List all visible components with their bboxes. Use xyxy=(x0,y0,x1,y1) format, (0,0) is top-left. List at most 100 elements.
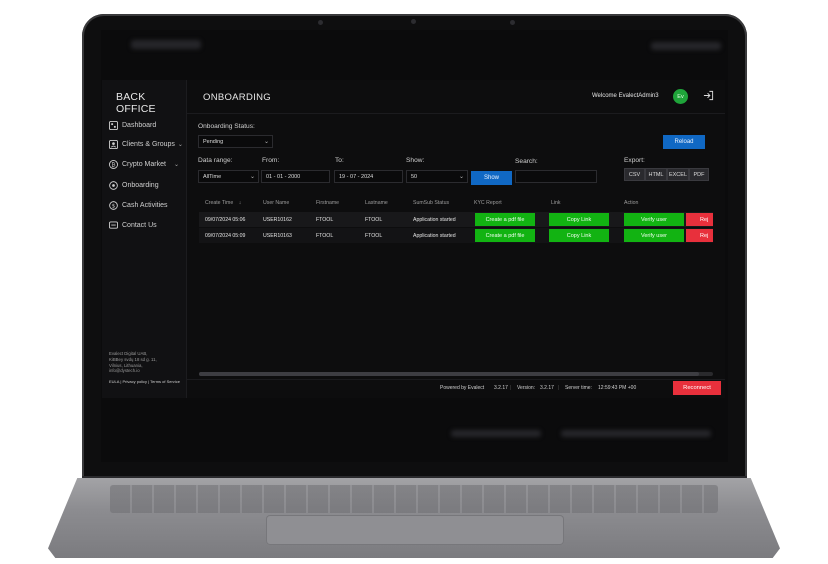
sidebar-item-label: Clients & Groups xyxy=(122,140,175,148)
cell-status: Application started xyxy=(413,217,456,223)
from-label: From: xyxy=(262,157,280,164)
blurred-browser-control xyxy=(651,42,721,50)
back-office-app: BACK OFFICE Dashboard Clients & Groups ⌄… xyxy=(102,80,725,398)
chevron-down-icon: ⌄ xyxy=(263,139,269,145)
sidebar-item-cash-activities[interactable]: $ Cash Activities xyxy=(108,198,186,212)
onboarding-status-select[interactable]: Pending ⌄ xyxy=(198,135,273,148)
sidebar-item-onboarding[interactable]: Onboarding xyxy=(108,178,186,192)
sidebar-item-dashboard[interactable]: Dashboard xyxy=(108,118,186,132)
onboarding-status-label: Onboarding Status: xyxy=(198,123,255,130)
server-time-label: Server time: xyxy=(565,385,592,391)
onboarding-table: Create Time ↓ User Name Firstname Lastna… xyxy=(199,197,713,375)
from-date-value: 01 - 01 - 2000 xyxy=(266,173,301,180)
show-label: Show: xyxy=(406,157,425,164)
sidebar-item-label: Onboarding xyxy=(122,181,159,189)
cell-user-name: USER10163 xyxy=(263,233,292,239)
sensor-dot xyxy=(510,20,515,25)
onboarding-status-value: Pending xyxy=(203,138,224,145)
sidebar-item-label: Crypto Market xyxy=(122,160,166,168)
sidebar: BACK OFFICE Dashboard Clients & Groups ⌄… xyxy=(102,80,187,398)
keyboard xyxy=(110,485,718,513)
bitcoin-icon: ₿ xyxy=(108,159,118,169)
verify-user-button[interactable]: Verify user xyxy=(624,229,684,242)
chevron-down-icon: ⌄ xyxy=(249,174,255,180)
sidebar-item-label: Contact Us xyxy=(122,221,157,229)
export-csv-button[interactable]: CSV xyxy=(624,168,645,181)
svg-text:$: $ xyxy=(111,203,114,209)
scrollbar-thumb[interactable] xyxy=(199,372,699,376)
cash-icon: $ xyxy=(108,200,118,210)
sidebar-item-crypto-market[interactable]: ₿ Crypto Market ⌄ xyxy=(108,157,186,171)
column-header-create-time[interactable]: Create Time ↓ xyxy=(205,200,241,206)
chevron-down-icon: ⌄ xyxy=(173,161,179,168)
footer-links[interactable]: EULA | Privacy policy | Terms of Service xyxy=(109,379,180,384)
search-label: Search: xyxy=(515,158,538,165)
brand-logo: BACK OFFICE xyxy=(116,91,156,115)
blurred-taskbar-item xyxy=(561,430,711,437)
blurred-taskbar-item xyxy=(451,430,541,437)
column-header-kyc-report[interactable]: KYC Report xyxy=(474,200,502,206)
date-range-value: AllTime xyxy=(203,173,222,180)
show-count-select[interactable]: 50 ⌄ xyxy=(406,170,468,183)
reconnect-button[interactable]: Reconnect xyxy=(673,381,721,395)
export-label: Export: xyxy=(624,157,645,164)
reload-button[interactable]: Reload xyxy=(663,135,705,149)
date-range-label: Data range: xyxy=(198,157,233,164)
from-date-input[interactable]: 01 - 01 - 2000 xyxy=(261,170,330,183)
search-input[interactable] xyxy=(515,170,597,183)
cell-user-name: USER10162 xyxy=(263,217,292,223)
export-html-button[interactable]: HTML xyxy=(645,168,667,181)
welcome-text: Welcome EvalectAdmin3 xyxy=(592,93,659,99)
trackpad xyxy=(266,515,564,545)
column-header-user-name[interactable]: User Name xyxy=(263,200,289,206)
copy-link-button[interactable]: Copy Link xyxy=(549,213,609,226)
show-button[interactable]: Show xyxy=(471,171,512,185)
cell-lastname: FTOOL xyxy=(365,217,383,223)
cell-firstname: FTOOL xyxy=(316,217,334,223)
column-header-label: Create Time xyxy=(205,200,234,206)
sidebar-item-label: Dashboard xyxy=(122,121,157,129)
dashboard-icon xyxy=(108,120,118,130)
column-header-sumsub-status[interactable]: SumSub Status xyxy=(413,200,449,206)
version-label: Version: xyxy=(517,385,536,391)
date-range-select[interactable]: AllTime ⌄ xyxy=(198,170,259,183)
server-time-value: 12:59:43 PM +00 xyxy=(598,385,637,391)
company-address: Evalect Digital UAB, KiBBey svdų 18 sd g… xyxy=(109,351,157,374)
column-header-action[interactable]: Action xyxy=(624,200,638,206)
show-count-value: 50 xyxy=(411,173,418,180)
to-date-input[interactable]: 19 - 07 - 2024 xyxy=(334,170,403,183)
sort-down-icon: ↓ xyxy=(238,200,242,206)
cell-firstname: FTOOL xyxy=(316,233,334,239)
column-header-lastname[interactable]: Lastname xyxy=(365,200,388,206)
avatar[interactable]: Ev xyxy=(673,89,688,104)
column-header-firstname[interactable]: Firstname xyxy=(316,200,339,206)
powered-version: 3.2.17 xyxy=(494,385,508,391)
to-label: To: xyxy=(335,157,344,164)
export-pdf-button[interactable]: PDF xyxy=(689,168,709,181)
chat-icon xyxy=(108,220,118,230)
create-pdf-button[interactable]: Create a pdf file xyxy=(475,229,535,242)
column-header-link[interactable]: Link xyxy=(551,200,561,206)
to-date-value: 19 - 07 - 2024 xyxy=(339,173,374,180)
cell-create-time: 09/07/2024 05:06 xyxy=(205,217,246,223)
cell-lastname: FTOOL xyxy=(365,233,383,239)
powered-by-text: Powered by Evalect xyxy=(440,385,485,391)
horizontal-scrollbar[interactable] xyxy=(199,372,713,376)
sidebar-item-contact-us[interactable]: Contact Us xyxy=(108,218,186,232)
reject-user-button[interactable]: Rej xyxy=(686,229,713,242)
logout-icon[interactable] xyxy=(703,90,714,101)
svg-text:₿: ₿ xyxy=(111,161,115,168)
create-pdf-button[interactable]: Create a pdf file xyxy=(475,213,535,226)
cell-create-time: 09/07/2024 05:09 xyxy=(205,233,246,239)
version-value: 3.2.17 xyxy=(540,385,554,391)
status-divider: | xyxy=(510,385,512,391)
circle-icon xyxy=(108,180,118,190)
verify-user-button[interactable]: Verify user xyxy=(624,213,684,226)
reject-user-button[interactable]: Rej xyxy=(686,213,713,226)
status-divider: | xyxy=(558,385,560,391)
chevron-down-icon: ⌄ xyxy=(177,141,183,148)
copy-link-button[interactable]: Copy Link xyxy=(549,229,609,242)
export-excel-button[interactable]: EXCEL xyxy=(667,168,689,181)
sidebar-item-clients-groups[interactable]: Clients & Groups ⌄ xyxy=(108,137,186,151)
blurred-browser-tab xyxy=(131,40,201,49)
